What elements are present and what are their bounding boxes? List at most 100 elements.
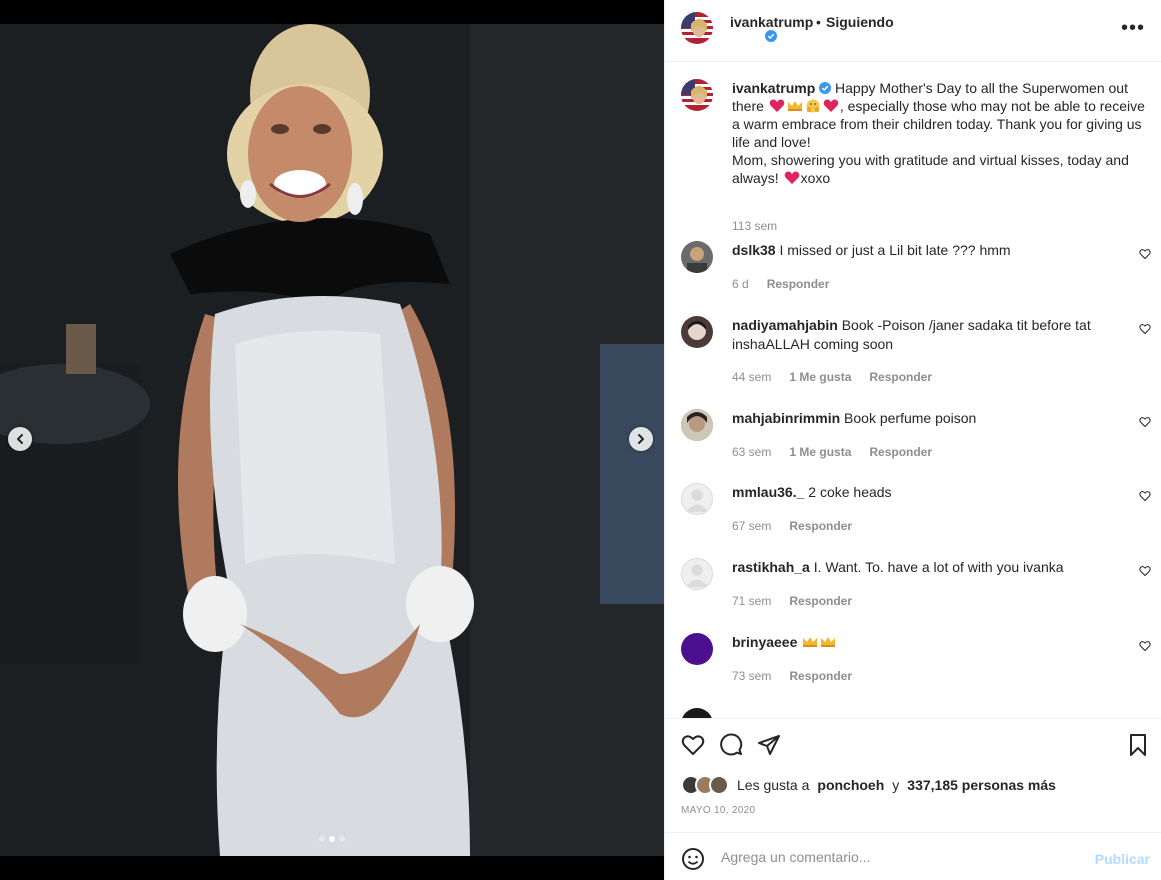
commenter-username[interactable]: brinyaeee [732,634,797,650]
commenter-username[interactable]: rastikhah_a [732,559,810,575]
comment-meta: 6 d Responder [732,277,829,291]
avatar-photo [681,409,713,441]
post-header: ivankatrump • Siguiendo ••• [665,0,1161,62]
comment-timestamp[interactable]: 71 sem [732,594,771,608]
commenter-avatar[interactable] [681,241,713,273]
comment-text: mmlau36._ 2 coke heads [732,483,1117,502]
commenter-avatar[interactable] [681,708,713,718]
commenter-username[interactable]: mmlau36._ [732,484,804,500]
commenter-avatar[interactable] [681,633,713,665]
chevron-right-icon [638,434,644,444]
default-avatar-icon [685,489,709,513]
red-heart-emoji-icon [784,171,799,184]
caption-body-4: xoxo [800,170,831,186]
like-comment-heart-icon[interactable] [1139,640,1151,652]
post-date[interactable]: MAYO 10, 2020 [681,805,755,816]
chevron-left-icon [17,434,23,444]
like-heart-icon[interactable] [681,733,705,757]
post-photo [0,24,664,856]
crown-emoji-icon [821,637,836,647]
following-button[interactable]: Siguiendo [826,14,894,30]
comment-timestamp[interactable]: 63 sem [732,445,771,459]
author-avatar[interactable] [681,12,713,44]
us-flag-avatar-image [681,12,713,44]
comment-item: nadiyamahjabin Book -Poison /janer sadak… [681,316,1151,396]
commenter-username[interactable]: nadiyamahjabin [732,317,838,333]
comments-list[interactable]: ivankatrump Happy Mother's Day to all th… [665,63,1161,718]
likes-count[interactable]: 337,185 personas más [907,777,1056,793]
comment-item-partial [681,708,1151,718]
commenter-avatar[interactable] [681,558,713,590]
comment-meta: 71 sem Responder [732,594,852,608]
comment-like-count[interactable]: 1 Me gusta [789,445,851,459]
author-username[interactable]: ivankatrump [730,14,813,30]
reply-button[interactable]: Responder [869,370,932,384]
comment-text: brinyaeee [732,633,1117,652]
reply-button[interactable]: Responder [767,277,830,291]
like-comment-heart-icon[interactable] [1139,416,1151,428]
comment-body: I. Want. To. have a lot of with you ivan… [813,559,1064,575]
photo-illustration [0,24,664,856]
comment-composer: Publicar [665,832,1161,880]
caption-author-avatar[interactable] [681,79,713,111]
like-comment-heart-icon[interactable] [1139,565,1151,577]
comment-timestamp[interactable]: 6 d [732,277,749,291]
carousel-dot-active [329,836,335,842]
comment-item: mmlau36._ 2 coke heads 67 sem Responder [681,483,1151,547]
reply-button[interactable]: Responder [789,594,852,608]
commenter-username[interactable]: dslk38 [732,242,776,258]
comment-meta: 63 sem 1 Me gusta Responder [732,445,932,459]
emoji-picker-icon[interactable] [681,847,705,871]
save-bookmark-icon[interactable] [1126,733,1150,757]
commenter-avatar[interactable] [681,409,713,441]
commenter-avatar[interactable] [681,316,713,348]
comment-body: 2 coke heads [808,484,892,500]
like-comment-heart-icon[interactable] [1139,248,1151,260]
avatar-photo [688,321,706,340]
comment-meta: 67 sem Responder [732,519,852,533]
hugging-face-emoji-icon [806,99,820,113]
like-comment-heart-icon[interactable] [1139,490,1151,502]
verified-badge-icon [765,30,777,42]
comment-bubble-icon[interactable] [719,733,743,757]
caption-text: ivankatrump Happy Mother's Day to all th… [732,79,1148,187]
comment-item: rastikhah_a I. Want. To. have a lot of w… [681,558,1151,622]
action-icons [681,733,781,757]
reply-button[interactable]: Responder [789,519,852,533]
liker-avatars[interactable] [681,775,729,795]
reply-button[interactable]: Responder [789,669,852,683]
post-details-panel: ivankatrump • Siguiendo ••• ivankatrump … [664,0,1161,880]
share-paper-plane-icon[interactable] [757,733,781,757]
next-photo-button[interactable] [629,427,653,451]
caption-timestamp[interactable]: 113 sem [732,219,777,233]
reply-button[interactable]: Responder [869,445,932,459]
avatar-photo [687,247,707,273]
likes-summary: Les gusta a ponchoeh y 337,185 personas … [681,775,1056,795]
carousel-dot [319,836,325,842]
comment-meta: 44 sem 1 Me gusta Responder [732,370,932,384]
comment-text: rastikhah_a I. Want. To. have a lot of w… [732,558,1117,577]
us-flag-avatar-image [681,79,713,111]
header-separator: • [816,14,821,30]
comment-text: nadiyamahjabin Book -Poison /janer sadak… [732,316,1117,354]
post-actions: Les gusta a ponchoeh y 337,185 personas … [665,718,1161,832]
comment-timestamp[interactable]: 44 sem [732,370,771,384]
comment-item: brinyaeee 73 sem Responder [681,633,1151,697]
commenter-avatar[interactable] [681,483,713,515]
commenter-username[interactable]: mahjabinrimmin [732,410,840,426]
comment-like-count[interactable]: 1 Me gusta [789,370,851,384]
caption-username[interactable]: ivankatrump [732,80,815,96]
verified-badge-icon [819,82,832,94]
liker-username[interactable]: ponchoeh [817,777,884,793]
previous-photo-button[interactable] [8,427,32,451]
comment-timestamp[interactable]: 67 sem [732,519,771,533]
comment-input[interactable] [721,843,1081,871]
like-comment-heart-icon[interactable] [1139,323,1151,335]
more-options-button[interactable]: ••• [1121,18,1145,38]
red-heart-emoji-icon [823,99,839,112]
comment-item: dslk38 I missed or just a Lil bit late ?… [681,241,1151,305]
publish-button[interactable]: Publicar [1095,851,1150,867]
comment-body: Book perfume poison [844,410,977,426]
comment-timestamp[interactable]: 73 sem [732,669,771,683]
red-heart-emoji-icon [769,99,785,112]
